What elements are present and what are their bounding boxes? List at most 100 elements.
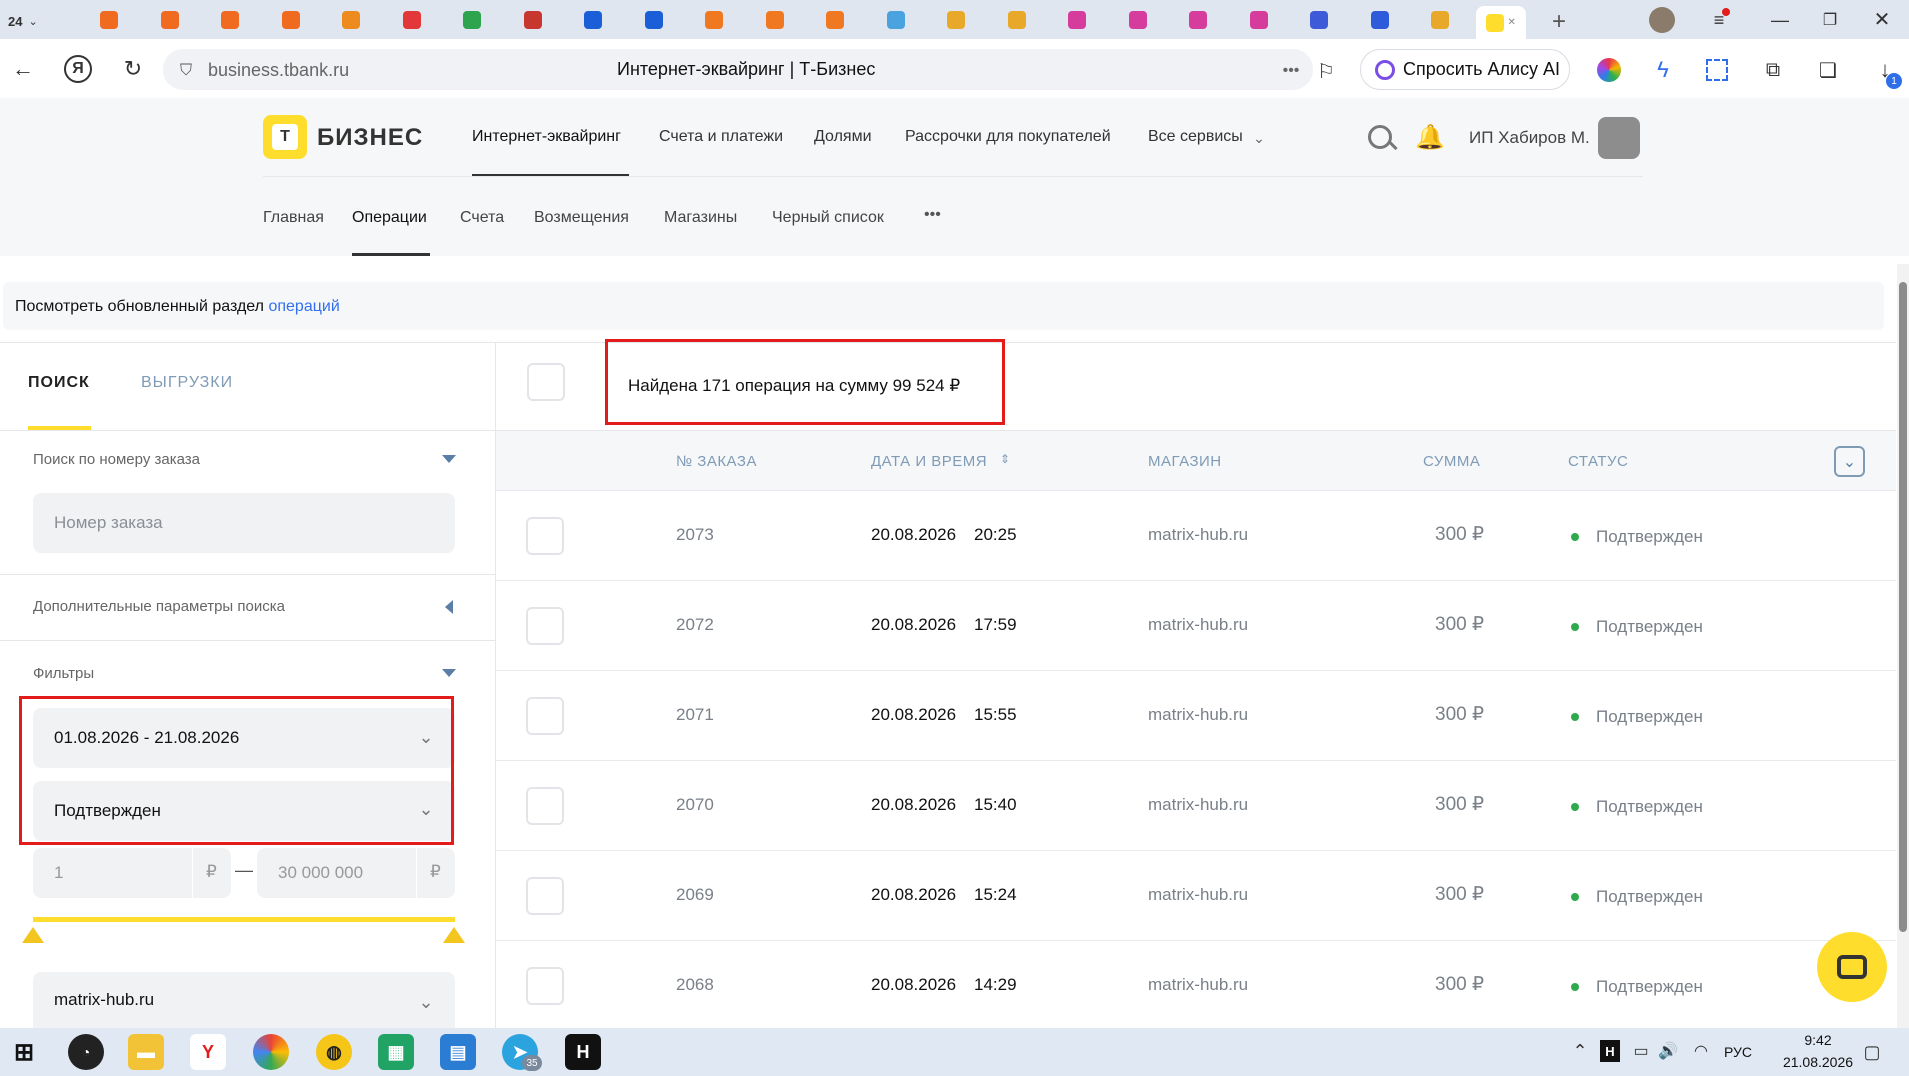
browser-tab[interactable] [1113,6,1163,34]
app-h-icon[interactable]: H [565,1034,601,1070]
collections-icon[interactable]: ❏ [1815,56,1841,84]
language-indicator[interactable]: РУС [1724,1044,1752,1060]
browser-tab[interactable] [1415,6,1465,34]
user-avatar[interactable] [1598,117,1640,159]
chrome-icon[interactable] [253,1034,289,1070]
search-icon[interactable] [1368,125,1392,149]
col-amount[interactable]: СУММА [1423,453,1480,470]
browser-tab[interactable] [266,6,316,34]
columns-toggle-button[interactable]: ⌄ [1834,446,1865,477]
url-text[interactable]: business.tbank.ru [208,60,349,81]
nav-acquiring[interactable]: Интернет-эквайринг [472,128,621,146]
browser-tab[interactable]: ✕ [1475,6,1526,39]
chat-app-icon[interactable]: ◔ [68,1034,104,1070]
tray-h-icon[interactable]: H [1600,1040,1620,1062]
extensions-icon[interactable]: ⧉ [1760,56,1786,84]
spreadsheet-icon[interactable]: ▦ [378,1034,414,1070]
clock-date[interactable]: 21.08.2026 [1768,1054,1868,1070]
cell-order[interactable]: 2068 [676,975,714,995]
yandex-icon[interactable]: Я [64,55,92,83]
table-row[interactable]: 2070 20.08.2026 15:40 matrix-hub.ru 300 ₽ Под… [496,761,1896,851]
scrollbar-thumb[interactable] [1899,282,1907,932]
filters-label[interactable]: Фильтры [33,665,94,682]
cell-order[interactable]: 2070 [676,795,714,815]
subnav-shops[interactable]: Магазины [664,209,737,227]
browser-tab[interactable] [1173,6,1223,34]
extra-params-label[interactable]: Дополнительные параметры поиска [33,598,285,615]
row-checkbox[interactable] [526,607,564,645]
volume-icon[interactable]: 🔊 [1657,1040,1679,1062]
back-icon[interactable]: ← [10,56,36,82]
battery-icon[interactable]: ▭ [1630,1040,1652,1062]
table-row[interactable]: 2072 20.08.2026 17:59 matrix-hub.ru 300 ₽ Под… [496,581,1896,671]
col-datetime[interactable]: ДАТА И ВРЕМЯ [871,453,987,470]
browser-tab[interactable] [629,6,679,34]
close-window-icon[interactable]: ✕ [1869,7,1895,31]
browser-tab[interactable] [1052,6,1102,34]
cell-order[interactable]: 2072 [676,615,714,635]
nav-all-services[interactable]: Все сервисы [1148,128,1243,146]
chevron-down-icon[interactable]: ⌄ [414,992,438,1012]
subnav-refunds[interactable]: Возмещения [534,209,629,227]
table-row[interactable]: 2068 20.08.2026 14:29 matrix-hub.ru 300 ₽ Под… [496,941,1896,1031]
order-search-label[interactable]: Поиск по номеру заказа [33,451,200,468]
nav-dolyami[interactable]: Долями [814,128,872,146]
ask-alice-button[interactable]: Спросить Алису AI [1360,49,1570,90]
logo-text[interactable]: БИЗНЕС [317,124,423,152]
cell-order[interactable]: 2071 [676,705,714,725]
browser-tab[interactable] [568,6,618,34]
lightning-icon[interactable]: ϟ [1650,56,1676,84]
caret-left-icon[interactable] [445,600,453,614]
minimize-icon[interactable]: — [1767,9,1793,31]
table-row[interactable]: 2073 20.08.2026 20:25 matrix-hub.ru 300 ₽ Под… [496,491,1896,581]
slider-handle-max[interactable] [443,927,465,943]
nav-accounts-payments[interactable]: Счета и платежи [659,128,783,146]
row-checkbox[interactable] [526,517,564,555]
order-number-input[interactable]: Номер заказа [33,493,455,553]
new-tab-button[interactable]: + [1545,8,1573,36]
subnav-operations[interactable]: Операции [352,209,427,227]
yandex-browser-icon[interactable]: Y [190,1034,226,1070]
browser-tab[interactable] [810,6,860,34]
browser-tab[interactable] [387,6,437,34]
chat-button[interactable] [1817,932,1887,1002]
bell-icon[interactable]: 🔔 [1415,122,1445,152]
browser-tab[interactable] [931,6,981,34]
nav-installments[interactable]: Рассрочки для покупателей [905,128,1111,146]
table-row[interactable]: 2069 20.08.2026 15:24 matrix-hub.ru 300 ₽ Под… [496,851,1896,941]
tab-search[interactable]: ПОИСК [28,374,90,392]
restore-icon[interactable]: ❐ [1817,9,1843,31]
clock-time[interactable]: 9:42 [1790,1032,1846,1048]
browser-tab[interactable] [1355,6,1405,34]
browser-tab[interactable] [871,6,921,34]
bookmark-icon[interactable]: ⚐ [1314,58,1338,84]
browser-tab[interactable] [447,6,497,34]
caret-down-icon[interactable] [442,455,456,463]
table-row[interactable]: 2071 20.08.2026 15:55 matrix-hub.ru 300 ₽ Под… [496,671,1896,761]
browser-tab[interactable] [1234,6,1284,34]
cell-order[interactable]: 2069 [676,885,714,905]
document-icon[interactable]: ▤ [440,1034,476,1070]
tab-counter[interactable]: 24 ⌄ [8,9,66,33]
notifications-icon[interactable]: ▢ [1860,1040,1884,1064]
browser-tab[interactable] [750,6,800,34]
browser-tab[interactable] [508,6,558,34]
caret-down-icon[interactable] [442,669,456,677]
chevron-down-icon[interactable]: ⌄ [1250,130,1268,146]
browser-tab[interactable] [689,6,739,34]
file-explorer-icon[interactable]: ▬ [128,1034,164,1070]
browser-tab[interactable] [326,6,376,34]
slider-handle-min[interactable] [22,927,44,943]
browser-tab[interactable] [205,6,255,34]
select-all-checkbox[interactable] [527,363,565,401]
lightshot-icon[interactable]: ◍ [316,1034,352,1070]
browser-tab[interactable] [1294,6,1344,34]
subnav-more-icon[interactable]: ••• [924,206,941,224]
browser-tab[interactable] [145,6,195,34]
windows-start-icon[interactable]: ⊞ [6,1034,42,1070]
browser-tab[interactable] [84,6,134,34]
col-status[interactable]: СТАТУС [1568,453,1628,470]
color-wheel-icon[interactable] [1597,58,1621,82]
row-checkbox[interactable] [526,877,564,915]
more-icon[interactable]: ••• [1278,60,1304,82]
